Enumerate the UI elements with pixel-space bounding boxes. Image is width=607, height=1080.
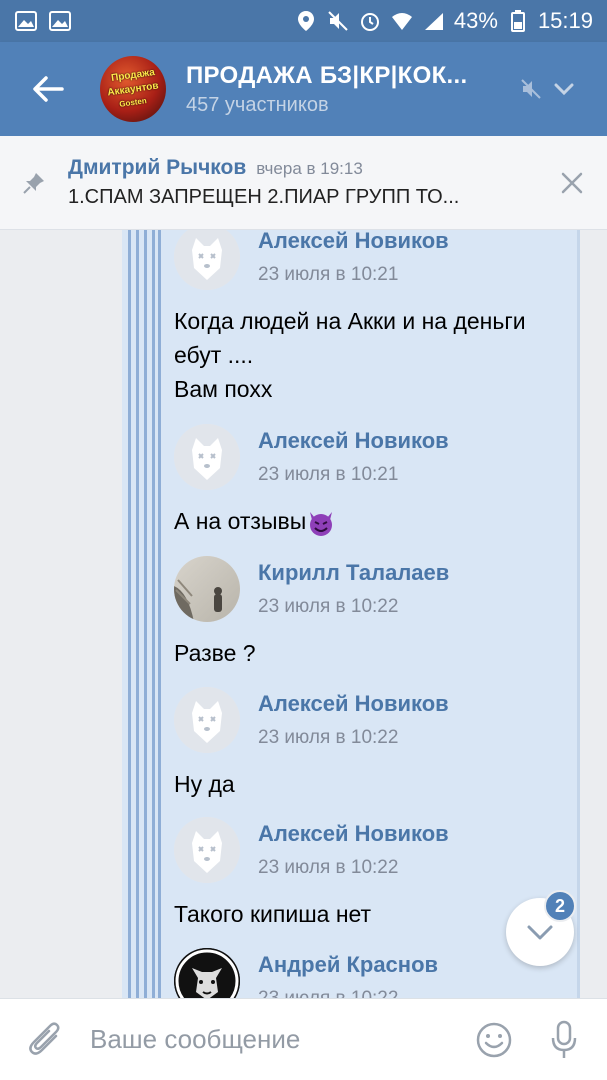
message-text-row: А на отзывы bbox=[174, 504, 574, 538]
message-author[interactable]: Кирилл Талалаев bbox=[258, 560, 449, 586]
members-count: 457 участников bbox=[186, 93, 329, 116]
wifi-icon bbox=[390, 9, 414, 33]
message: Алексей Новиков 23 июля в 10:21 А на отз… bbox=[174, 424, 574, 538]
dog-avatar-icon[interactable] bbox=[174, 687, 240, 753]
quote-bar bbox=[136, 230, 139, 998]
chat-menu-toggle[interactable] bbox=[554, 82, 574, 96]
quote-bar bbox=[158, 230, 161, 998]
clock: 15:19 bbox=[537, 8, 593, 33]
signal-icon bbox=[422, 9, 446, 33]
quote-bar bbox=[144, 230, 147, 998]
message: Андрей Краснов 23 июля в 10:22 bbox=[174, 948, 574, 998]
message-composer bbox=[0, 998, 607, 1080]
message: Кирилл Талалаев 23 июля в 10:22 Разве ? bbox=[174, 556, 574, 670]
dog-avatar-icon[interactable] bbox=[174, 230, 240, 290]
microphone-icon bbox=[551, 1020, 577, 1058]
message-text: А на отзывы bbox=[174, 508, 307, 534]
chat-avatar[interactable]: Продажа Аккаунтов Gosten bbox=[100, 56, 166, 122]
message-author[interactable]: Алексей Новиков bbox=[258, 691, 449, 717]
paperclip-icon bbox=[29, 1021, 60, 1055]
gallery-icon bbox=[14, 9, 38, 33]
attach-button[interactable] bbox=[0, 1021, 90, 1058]
message-time: 23 июля в 10:22 bbox=[258, 988, 438, 998]
pitbull-avatar[interactable] bbox=[174, 948, 240, 998]
back-arrow-icon bbox=[33, 76, 64, 102]
message: Алексей Новиков 23 июля в 10:21 Когда лю… bbox=[174, 230, 574, 406]
quote-bar bbox=[152, 230, 155, 998]
location-icon bbox=[294, 9, 318, 33]
voice-message-button[interactable] bbox=[529, 1020, 599, 1060]
dog-avatar-icon[interactable] bbox=[174, 817, 240, 883]
message-time: 23 июля в 10:22 bbox=[258, 727, 399, 748]
pinned-text: 1.СПАМ ЗАПРЕЩЕН 2.ПИАР ГРУПП ТО... bbox=[68, 186, 460, 208]
status-bar: 43% 15:19 bbox=[0, 0, 607, 42]
message-author[interactable]: Алексей Новиков bbox=[258, 821, 449, 847]
smiling-devil-icon bbox=[310, 511, 333, 536]
battery-icon bbox=[506, 9, 530, 33]
quote-edge bbox=[577, 230, 580, 998]
message-author[interactable]: Андрей Краснов bbox=[258, 952, 438, 978]
message-author[interactable]: Алексей Новиков bbox=[258, 428, 449, 454]
close-icon bbox=[561, 172, 583, 193]
quote-bar bbox=[128, 230, 131, 998]
message-text: Ну да bbox=[174, 771, 235, 797]
battery-percent: 43% bbox=[453, 8, 498, 33]
unread-badge: 2 bbox=[544, 890, 576, 922]
chat-title: ПРОДАЖА БЗ|КР|КОК... bbox=[186, 61, 468, 89]
alarm-icon bbox=[358, 9, 382, 33]
chat-title-block[interactable]: ПРОДАЖА БЗ|КР|КОК... 457 участников bbox=[186, 62, 506, 117]
chat-header: Продажа Аккаунтов Gosten ПРОДАЖА БЗ|КР|К… bbox=[0, 42, 607, 136]
gallery-icon bbox=[48, 9, 72, 33]
emoji-button[interactable] bbox=[459, 1022, 529, 1058]
message-author[interactable]: Алексей Новиков bbox=[258, 230, 449, 254]
message-time: 23 июля в 10:22 bbox=[258, 596, 399, 617]
pinned-message[interactable]: Дмитрий Рычков вчера в 19:13 1.СПАМ ЗАПР… bbox=[0, 136, 607, 230]
message-feed[interactable]: Алексей Новиков 23 июля в 10:21 Когда лю… bbox=[0, 230, 607, 998]
chevron-down-icon bbox=[554, 83, 574, 96]
message-input[interactable] bbox=[90, 1024, 459, 1055]
mute-icon bbox=[326, 9, 350, 33]
message-time: 23 июля в 10:22 bbox=[258, 857, 399, 878]
chevron-down-icon bbox=[527, 925, 553, 940]
message-text: Разве ? bbox=[174, 640, 256, 666]
back-button[interactable] bbox=[0, 42, 96, 136]
pinned-close-button[interactable] bbox=[537, 171, 607, 195]
message-time: 23 июля в 10:21 bbox=[258, 464, 399, 485]
pin-icon bbox=[0, 172, 68, 194]
message-time: 23 июля в 10:21 bbox=[258, 264, 399, 285]
pinned-time: вчера в 19:13 bbox=[256, 159, 363, 178]
pinned-author[interactable]: Дмитрий Рычков bbox=[68, 156, 246, 180]
smile-icon bbox=[476, 1022, 512, 1057]
message: Алексей Новиков 23 июля в 10:22 Ну да bbox=[174, 687, 574, 801]
message-text: Когда людей на Акки и на деньги ебут ...… bbox=[174, 308, 526, 402]
mute-icon bbox=[520, 78, 542, 100]
dog-avatar-icon[interactable] bbox=[174, 424, 240, 490]
photo-avatar[interactable] bbox=[174, 556, 240, 622]
